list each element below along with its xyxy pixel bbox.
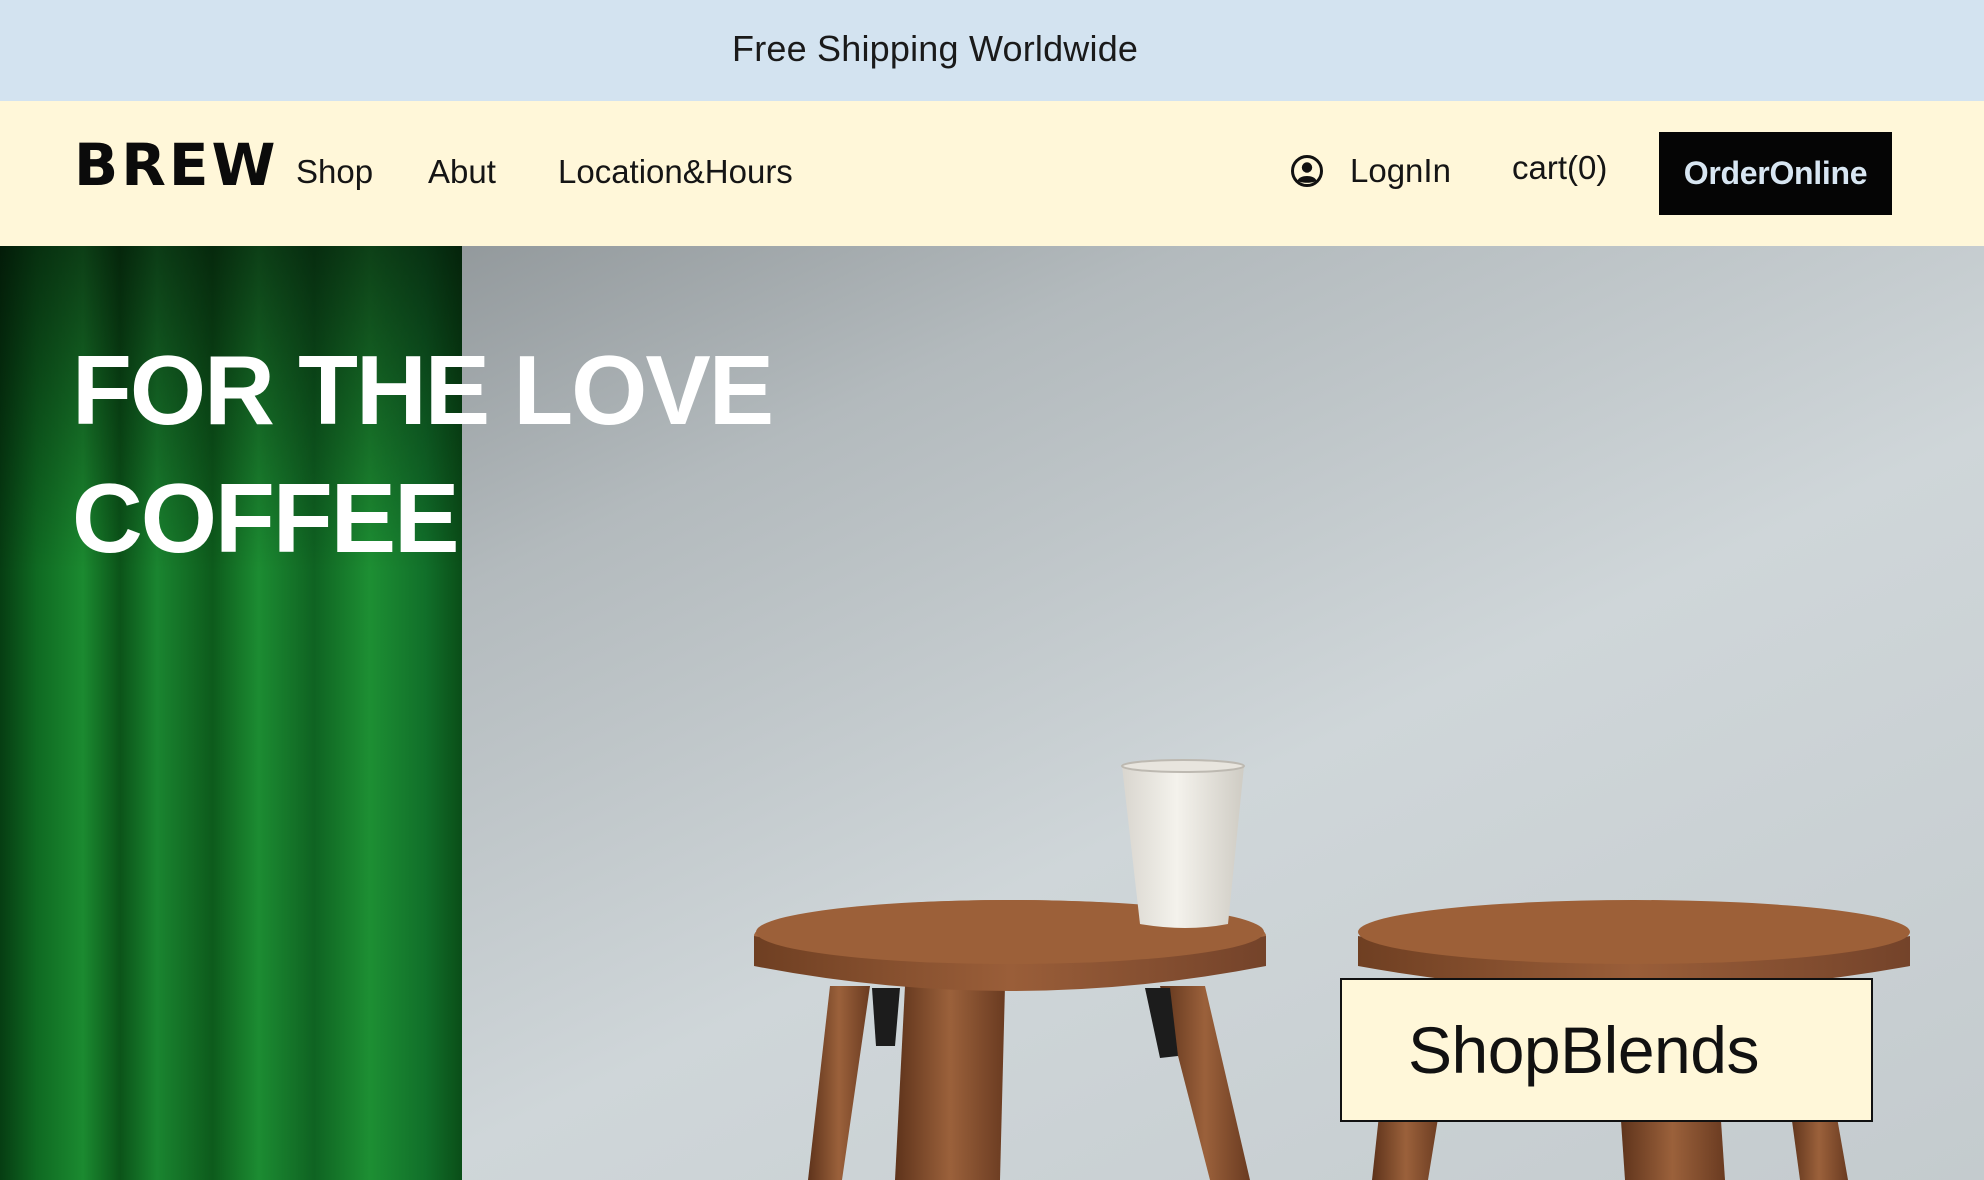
user-circle-icon [1290, 154, 1324, 188]
site-header: BREW Shop Abut Location&Hours LognIn car… [0, 101, 1984, 246]
nav-item-shop[interactable]: Shop [296, 153, 373, 191]
announcement-text: Free Shipping Worldwide [732, 28, 1139, 69]
order-online-button[interactable]: OrderOnline [1659, 132, 1892, 215]
cart-link[interactable]: cart(0) [1512, 149, 1607, 187]
announcement-bar: Free Shipping Worldwide [0, 0, 1984, 101]
hero-section: FOR THE LOVE COFFEE ShopBlends [0, 246, 1984, 1180]
hero-title-line-1: FOR THE LOVE [72, 335, 774, 445]
hero-title: FOR THE LOVE COFFEE [72, 326, 972, 582]
shop-blends-button[interactable]: ShopBlends [1340, 978, 1873, 1122]
nav-item-about[interactable]: Abut [428, 153, 496, 191]
nav-item-location-hours[interactable]: Location&Hours [558, 153, 793, 191]
login-label: LognIn [1350, 152, 1451, 189]
hero-title-line-2: COFFEE [72, 463, 459, 573]
login-link[interactable]: LognIn [1290, 149, 1451, 193]
brand-logo[interactable]: BREW [74, 136, 278, 194]
